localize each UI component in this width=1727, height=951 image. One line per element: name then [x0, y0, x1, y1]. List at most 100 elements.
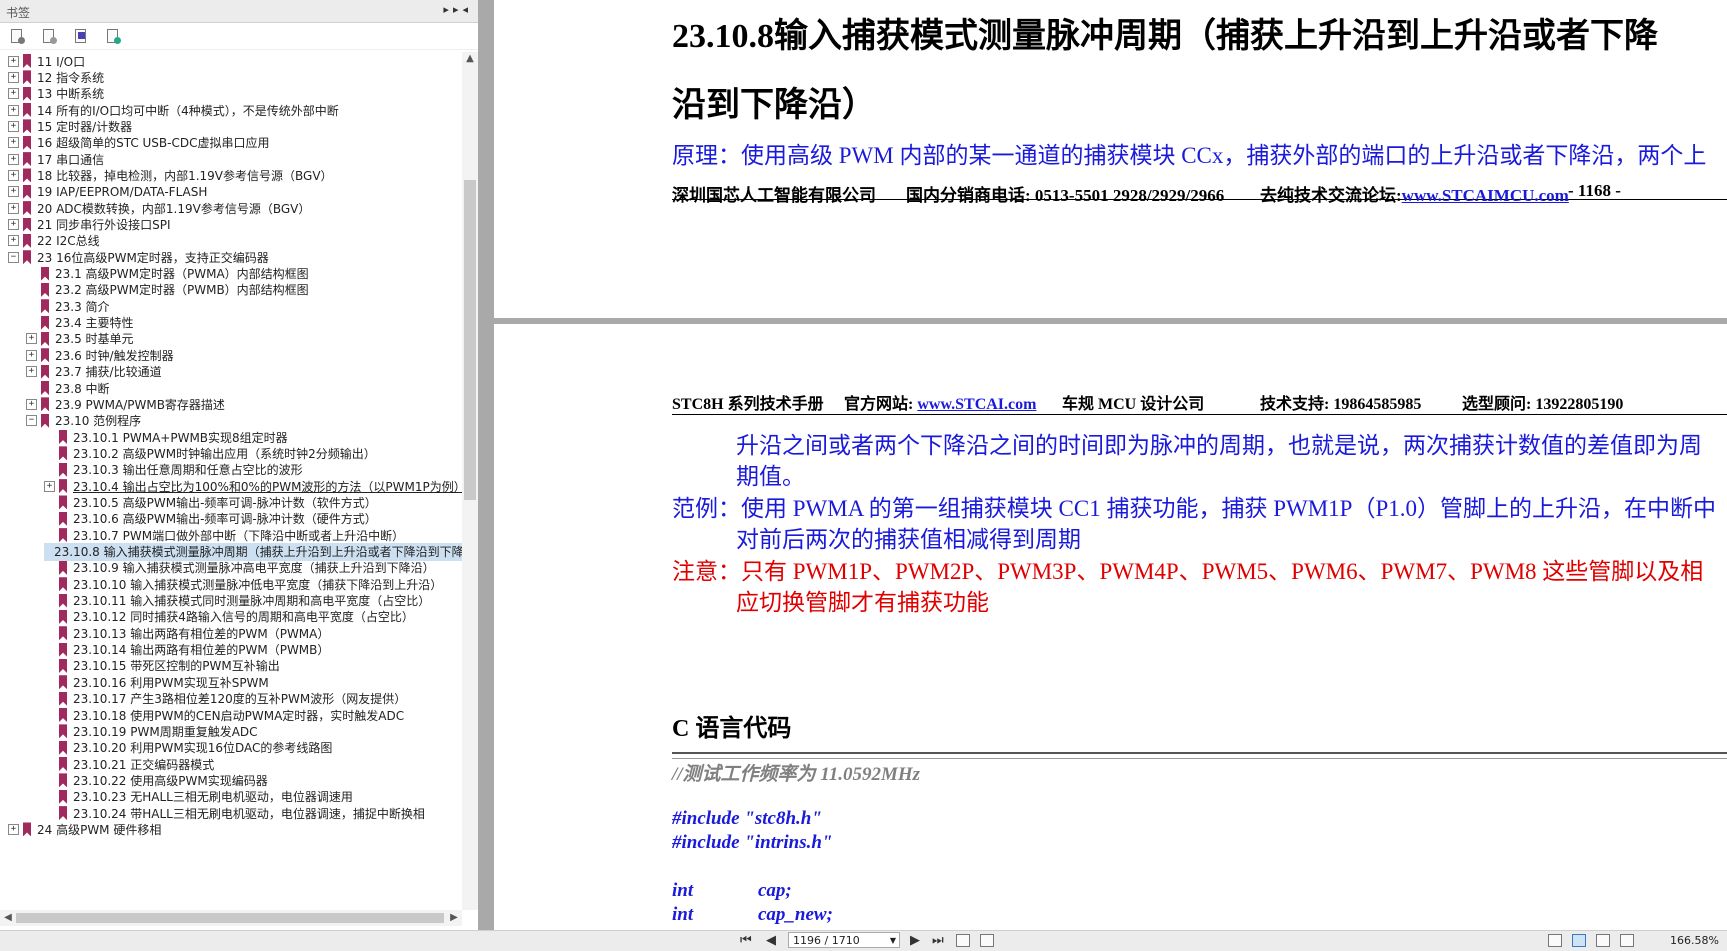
expand-icon[interactable]: + — [8, 120, 19, 132]
bookmark-item[interactable]: 23.10.14 输出两路有相位差的PWM（PWMB） — [44, 641, 329, 659]
bookmark-item[interactable]: +18 比较器，掉电检测，内部1.19V参考信号源（BGV） — [8, 166, 333, 184]
bookmark-item[interactable]: +20 ADC模数转换，内部1.19V参考信号源（BGV） — [8, 199, 310, 217]
horizontal-scrollbar[interactable]: ◀ ▶ — [0, 910, 462, 926]
bookmark-item[interactable]: +19 IAP/EEPROM/DATA-FLASH — [8, 183, 207, 201]
bookmark-item[interactable]: 23.10.5 高级PWM输出-频率可调-脉冲计数（软件方式） — [44, 493, 377, 511]
bookmark-item[interactable]: 23.10.10 输入捕获模式测量脉冲低电平宽度（捕获下降沿到上升沿） — [44, 575, 442, 593]
find-bookmark-icon[interactable] — [106, 29, 121, 44]
bookmark-item[interactable]: +22 I2C总线 — [8, 232, 100, 250]
bookmark-item[interactable]: +23.5 时基单元 — [26, 330, 134, 348]
expand-icon[interactable]: + — [8, 202, 19, 214]
expand-icon[interactable]: + — [8, 137, 19, 149]
bookmark-item[interactable]: +11 I/O口 — [8, 52, 85, 70]
expand-icon[interactable]: + — [8, 71, 19, 83]
bookmark-item[interactable]: 23.4 主要特性 — [26, 314, 134, 332]
expand-bookmark-icon[interactable] — [10, 29, 25, 44]
bookmark-icon — [41, 282, 49, 297]
next-view-icon[interactable] — [980, 934, 994, 947]
panel-splitter[interactable] — [478, 0, 492, 930]
bookmark-item[interactable]: +12 指令系统 — [8, 68, 104, 86]
bookmark-item[interactable]: 23.10.3 输出任意周期和任意占空比的波形 — [44, 461, 303, 479]
vertical-scrollbar[interactable]: ▲ — [462, 52, 478, 910]
collapse-icon[interactable]: − — [26, 415, 37, 427]
horizontal-scroll-thumb[interactable] — [16, 913, 444, 923]
next-page-icon[interactable]: ▶ — [910, 933, 920, 948]
expand-icon[interactable]: + — [26, 398, 37, 410]
zoom-level[interactable]: 166.58% — [1670, 934, 1719, 947]
expand-icon[interactable]: + — [44, 480, 55, 492]
bookmark-item[interactable]: +14 所有的I/O口均可中断（4种模式），不是传统外部中断 — [8, 101, 339, 119]
expand-icon[interactable]: + — [8, 169, 19, 181]
bookmark-item[interactable]: +23.7 捕获/比较通道 — [26, 363, 162, 381]
bookmark-item[interactable]: +23.10.4 输出占空比为100%和0%的PWM波形的方法（以PWM1P为例… — [44, 477, 466, 495]
expand-panel-icon[interactable]: ▸▸ — [443, 3, 462, 16]
bookmark-item[interactable]: 23.1 高级PWM定时器（PWMA）内部结构框图 — [26, 265, 309, 283]
chevron-down-icon[interactable]: ▼ — [890, 933, 896, 949]
bookmark-item[interactable]: +24 高级PWM 硬件移相 — [8, 820, 161, 838]
continuous-facing-view-icon[interactable] — [1620, 934, 1634, 947]
footer-forum-link[interactable]: www.STCAIMCU.com — [1402, 186, 1569, 205]
expand-icon[interactable]: + — [8, 186, 19, 198]
bookmark-item[interactable]: +16 超级简单的STC USB-CDC虚拟串口应用 — [8, 134, 269, 152]
header-site-link[interactable]: www.STCAI.com — [917, 396, 1036, 413]
expand-icon[interactable]: + — [8, 235, 19, 247]
bookmark-item[interactable]: 23.10.17 产生3路相位差120度的互补PWM波形（网友提供） — [44, 690, 406, 708]
bookmark-item[interactable]: 23.10.18 使用PWM的CEN启动PWMA定时器，实时触发ADC — [44, 706, 404, 724]
bookmark-item[interactable]: +17 串口通信 — [8, 150, 104, 168]
bookmark-item[interactable]: +13 中断系统 — [8, 85, 104, 103]
bookmark-item[interactable]: 23.10.13 输出两路有相位差的PWM（PWMA） — [44, 624, 329, 642]
bookmark-item[interactable]: 23.10.21 正交编码器模式 — [44, 755, 214, 773]
bookmark-item[interactable]: 23.10.11 输入捕获模式同时测量脉冲周期和高电平宽度（占空比） — [44, 592, 430, 610]
previous-page-icon[interactable]: ◀ — [766, 933, 776, 948]
last-page-icon[interactable]: ⏭ — [932, 933, 944, 948]
expand-icon[interactable]: + — [26, 349, 37, 361]
bookmark-item[interactable]: 23.10.15 带死区控制的PWM互补输出 — [44, 657, 280, 675]
bookmark-item[interactable]: +15 定时器/计数器 — [8, 117, 132, 135]
bookmark-item[interactable]: 23.10.6 高级PWM输出-频率可调-脉冲计数（硬件方式） — [44, 510, 377, 528]
facing-view-icon[interactable] — [1596, 934, 1610, 947]
expand-icon[interactable]: + — [8, 88, 19, 100]
bookmark-item[interactable]: 23.10.20 利用PWM实现16位DAC的参考线路图 — [44, 739, 332, 757]
bookmark-item[interactable]: 23.10.9 输入捕获模式测量脉冲高电平宽度（捕获上升沿到下降沿） — [44, 559, 435, 577]
bookmark-item[interactable]: 23.10.8 输入捕获模式测量脉冲周期（捕获上升沿到上升沿或者下降沿到下降沿） — [44, 542, 488, 561]
bookmark-item[interactable]: 23.10.2 高级PWM时钟输出应用（系统时钟2分频输出） — [44, 444, 376, 462]
expand-icon[interactable]: + — [26, 366, 37, 378]
expand-icon[interactable]: + — [8, 153, 19, 165]
bookmark-icon — [23, 217, 31, 232]
scroll-left-icon[interactable]: ◀ — [0, 911, 16, 925]
first-page-icon[interactable]: ⏮ — [740, 933, 752, 948]
bookmark-item[interactable]: 23.3 简介 — [26, 297, 110, 315]
add-bookmark-icon[interactable] — [74, 29, 89, 44]
vertical-scroll-thumb[interactable] — [464, 180, 476, 500]
bookmark-item[interactable]: 23.2 高级PWM定时器（PWMB）内部结构框图 — [26, 281, 309, 299]
previous-view-icon[interactable] — [956, 934, 970, 947]
collapse-bookmark-icon[interactable] — [42, 29, 57, 44]
expand-icon[interactable]: + — [26, 333, 37, 345]
bookmark-item[interactable]: 23.10.24 带HALL三相无刷电机驱动，电位器调速，捕捉中断换相 — [44, 804, 425, 822]
collapse-panel-icon[interactable]: ◂ — [462, 3, 472, 16]
scroll-right-icon[interactable]: ▶ — [446, 911, 462, 925]
continuous-view-icon[interactable] — [1572, 934, 1586, 947]
expand-icon[interactable]: + — [8, 219, 19, 230]
page-number-input[interactable]: 1196 / 1710 ▼ — [788, 932, 900, 948]
bookmark-item[interactable]: 23.10.16 利用PWM实现互补SPWM — [44, 673, 269, 691]
bookmark-label: 23.7 捕获/比较通道 — [55, 365, 162, 380]
bookmark-item[interactable]: − 23.10 范例程序 — [26, 412, 141, 430]
scroll-up-icon[interactable]: ▲ — [462, 52, 478, 66]
expand-icon[interactable]: + — [8, 104, 19, 116]
bookmark-item[interactable]: 23.10.7 PWM端口做外部中断（下降沿中断或者上升沿中断） — [44, 526, 404, 544]
bookmark-item[interactable]: 23.10.12 同时捕获4路输入信号的周期和高电平宽度（占空比） — [44, 608, 414, 626]
single-page-view-icon[interactable] — [1548, 934, 1562, 947]
bookmark-item[interactable]: 23.10.1 PWMA+PWMB实现8组定时器 — [44, 428, 288, 446]
bookmark-item[interactable]: 23.10.22 使用高级PWM实现编码器 — [44, 771, 268, 789]
bookmark-item[interactable]: − 23 16位高级PWM定时器，支持正交编码器 — [8, 248, 269, 266]
bookmark-item[interactable]: 23.8 中断 — [26, 379, 110, 397]
bookmark-item[interactable]: +23.9 PWMA/PWMB寄存器描述 — [26, 395, 225, 413]
bookmark-item[interactable]: +23.6 时钟/触发控制器 — [26, 346, 174, 364]
bookmark-item[interactable]: 23.10.23 无HALL三相无刷电机驱动，电位器调速用 — [44, 788, 353, 806]
bookmark-item[interactable]: 23.10.19 PWM周期重复触发ADC — [44, 722, 258, 740]
bookmark-item[interactable]: +21 同步串行外设接口SPI — [8, 216, 170, 234]
expand-icon[interactable]: + — [8, 55, 19, 67]
expand-icon[interactable]: + — [8, 823, 19, 835]
collapse-icon[interactable]: − — [8, 251, 19, 263]
